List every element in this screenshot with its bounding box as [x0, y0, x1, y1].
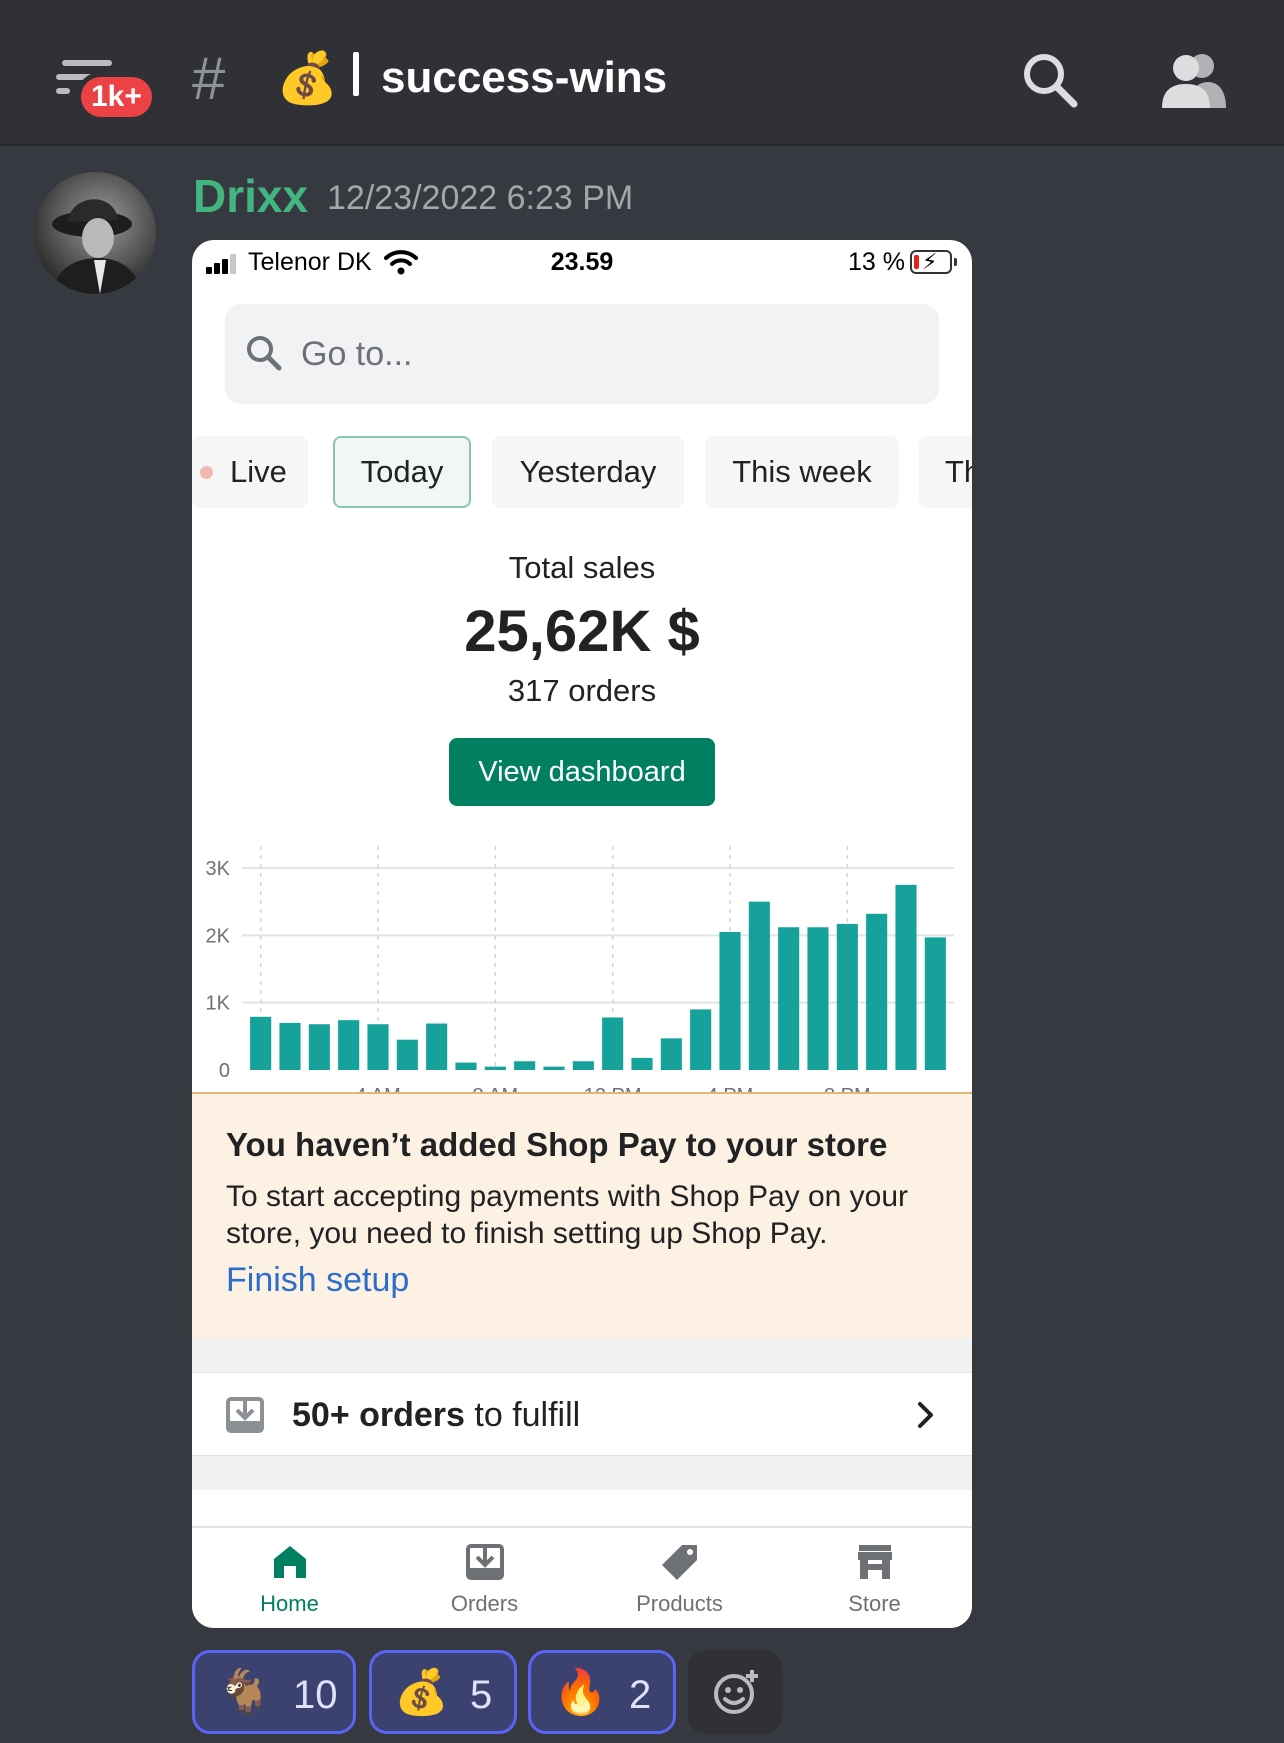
fulfill-text: 50+ orders to fulfill [292, 1396, 581, 1434]
orders-count: 317 orders [507, 673, 657, 708]
chart-bar [895, 884, 917, 1070]
home-icon [274, 1546, 306, 1578]
total-sales-label: Total sales [508, 550, 656, 585]
chart-bar [572, 1061, 594, 1070]
view-dashboard-button[interactable]: View dashboard [449, 738, 715, 806]
goto-search[interactable]: Go to... [225, 304, 939, 404]
nav-orders[interactable]: Orders [387, 1528, 582, 1628]
chart-bar [455, 1062, 477, 1070]
chart-bar [426, 1023, 448, 1070]
channel-hash-icon: # [192, 45, 226, 112]
y-tick-label: 2K [206, 925, 231, 947]
phone-status-bar: Telenor DK 23.59 13 % ⚡ [192, 240, 972, 284]
message-timestamp: 12/23/2022 6:23 PM [327, 179, 634, 217]
orders-to-fulfill-row[interactable]: 50+ orders to fulfill [192, 1372, 972, 1456]
add-reaction-button[interactable] [688, 1650, 782, 1734]
reaction-goat[interactable]: 🐐 10 [192, 1650, 356, 1734]
chart-bar [514, 1061, 536, 1070]
inbox-download-icon [226, 1397, 264, 1433]
search-icon [247, 336, 282, 371]
channel-name[interactable]: success-wins [381, 48, 667, 108]
finish-setup-link[interactable]: Finish setup [226, 1258, 409, 1302]
total-sales-value: 25,62K $ [464, 599, 700, 664]
chart-bar [660, 1038, 682, 1070]
unread-badge: 1k+ [76, 72, 157, 122]
shop-pay-banner: You haven’t added Shop Pay to your store… [192, 1092, 972, 1338]
reaction-count: 10 [293, 1673, 338, 1717]
chart-bar [602, 1017, 624, 1070]
battery-percent: 13 % [848, 248, 905, 276]
reaction-money-bag[interactable]: 💰 5 [369, 1650, 517, 1734]
y-tick-label: 0 [219, 1060, 230, 1082]
chart-bar [308, 1024, 330, 1070]
chart-bar [748, 901, 770, 1070]
fire-emoji-icon: 🔥 [553, 1668, 608, 1717]
tab-live[interactable]: Live [192, 436, 308, 508]
chart-bar [631, 1057, 653, 1070]
chart-bar [396, 1039, 418, 1070]
chart-bar [367, 1024, 389, 1070]
reaction-count: 5 [470, 1673, 493, 1717]
live-dot-icon [200, 466, 213, 479]
search-placeholder: Go to... [301, 335, 413, 373]
date-range-tabs: Live Today Yesterday This week Th [192, 436, 972, 508]
channel-separator [353, 52, 359, 96]
bottom-nav: Home Orders Products Store [192, 1526, 972, 1628]
chart-bar [807, 927, 829, 1070]
chart-bar [866, 913, 888, 1070]
chart-bar [543, 1066, 565, 1070]
orders-icon [466, 1544, 504, 1580]
goat-emoji-icon: 🐐 [217, 1668, 272, 1717]
reaction-count: 2 [629, 1673, 652, 1717]
image-attachment[interactable]: Telenor DK 23.59 13 % ⚡ Go to... Live To… [192, 240, 972, 1628]
section-divider [192, 1456, 972, 1490]
chevron-right-icon [918, 1402, 933, 1428]
chart-bar [690, 1009, 712, 1070]
chart-bar [250, 1016, 272, 1070]
tab-yesterday[interactable]: Yesterday [492, 436, 684, 508]
nav-store[interactable]: Store [777, 1528, 972, 1628]
chart-bar [484, 1066, 506, 1070]
add-reaction-icon [714, 1670, 758, 1714]
reaction-fire[interactable]: 🔥 2 [528, 1650, 676, 1734]
chart-bar [338, 1020, 360, 1070]
search-icon[interactable] [1020, 50, 1080, 110]
chart-bar [836, 923, 858, 1070]
chart-bar [924, 937, 946, 1070]
y-tick-label: 1K [206, 993, 231, 1015]
chart-bar [778, 927, 800, 1070]
message-author[interactable]: Drixx [193, 166, 308, 226]
tab-today[interactable]: Today [333, 436, 471, 508]
chart-bar [719, 931, 741, 1070]
chart-bar [279, 1022, 301, 1070]
tab-this-month[interactable]: Th [919, 436, 972, 508]
channel-emoji: 💰 [276, 50, 339, 106]
store-icon [858, 1545, 892, 1579]
tab-this-week[interactable]: This week [705, 436, 899, 508]
battery-icon: ⚡ [910, 249, 957, 274]
section-divider [192, 1338, 972, 1372]
banner-title: You haven’t added Shop Pay to your store [226, 1126, 888, 1163]
money-bag-emoji-icon: 💰 [394, 1668, 449, 1717]
nav-home[interactable]: Home [192, 1528, 387, 1628]
y-tick-label: 3K [206, 858, 231, 880]
channel-header: 1k+ # 💰 success-wins [0, 0, 1284, 146]
banner-body: To start accepting payments with Shop Pa… [226, 1180, 909, 1250]
tag-icon [662, 1545, 697, 1580]
avatar[interactable] [34, 172, 156, 294]
members-icon[interactable] [1160, 50, 1226, 110]
nav-products[interactable]: Products [582, 1528, 777, 1628]
